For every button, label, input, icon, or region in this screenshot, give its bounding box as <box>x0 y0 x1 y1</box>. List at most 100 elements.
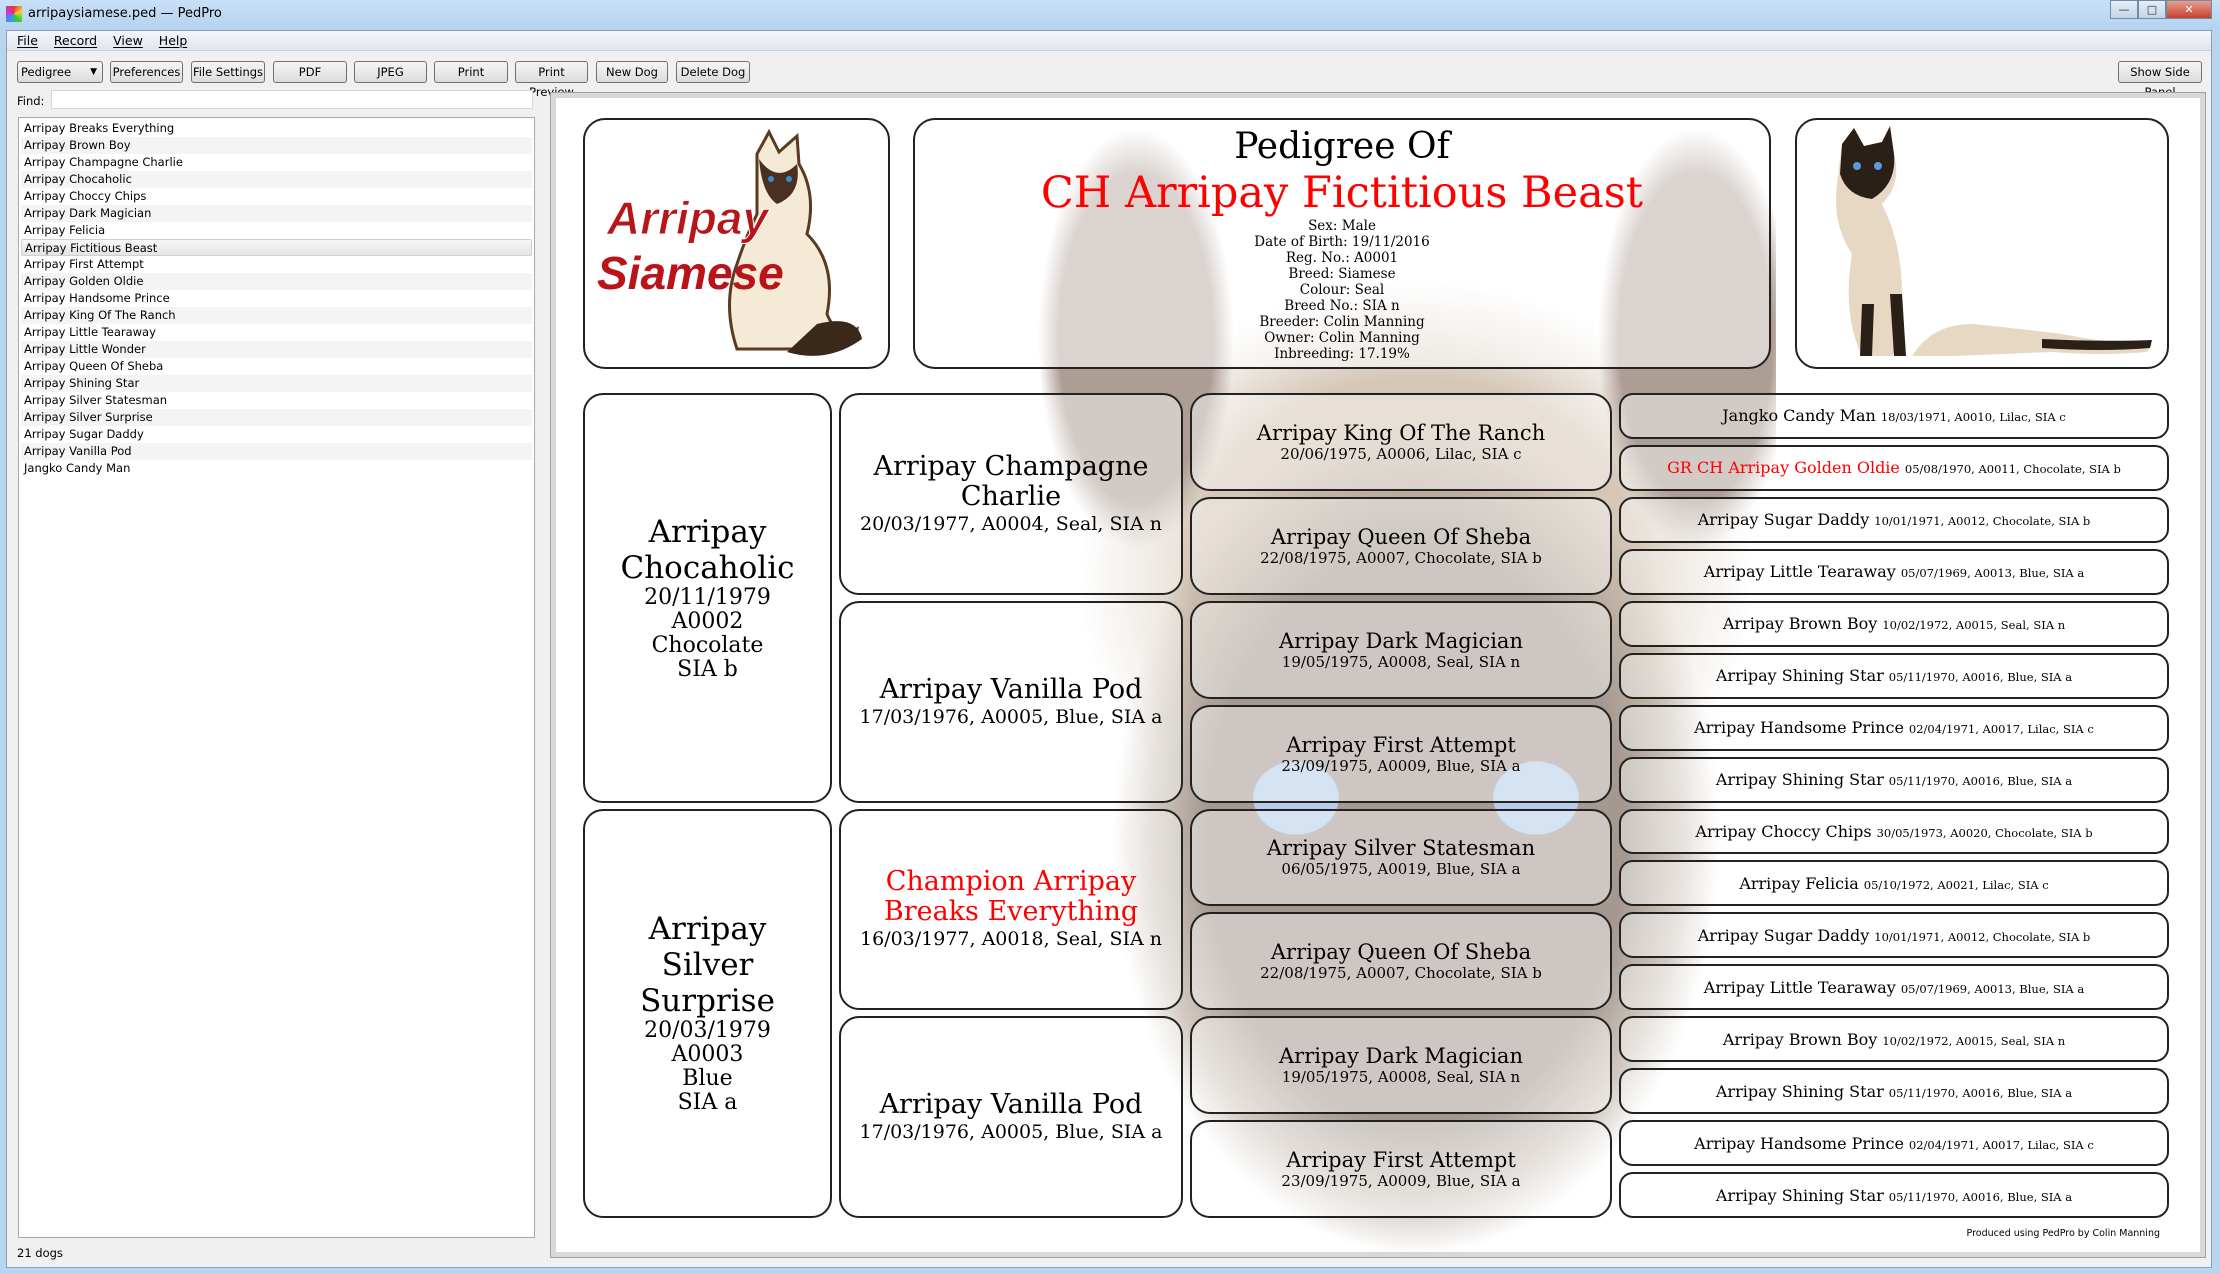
dog-details: 19/05/1975, A0008, Seal, SIA n <box>1281 652 1521 671</box>
find-input[interactable] <box>51 90 533 109</box>
dog-list-item[interactable]: Arripay King Of The Ranch <box>21 307 532 324</box>
pedigree-box-gen2[interactable]: Champion Arripay Breaks Everything 16/03/… <box>839 808 1183 1011</box>
pedigree-box-gen3[interactable]: Arripay Silver Statesman 06/05/1975, A001… <box>1190 808 1612 907</box>
pedigree-box-gen4[interactable]: Arripay Shining Star 05/11/1970, A0016, B… <box>1619 1068 2169 1115</box>
dog-name: Arripay Little Tearaway <box>1703 977 1896 997</box>
subject-detail-line: Colour: Seal <box>1299 282 1385 298</box>
pedigree-panel: Arripay Siamese Pedigree Of CH Arripay F… <box>550 92 2206 1258</box>
pedigree-box-gen4[interactable]: Jangko Candy Man 18/03/1971, A0010, Lilac… <box>1619 393 2169 439</box>
menu-view[interactable]: View <box>113 31 143 50</box>
pedigree-box-gen1[interactable]: Arripay Chocaholic 20/11/1979 A0002 Chocola… <box>583 393 832 803</box>
dog-detail-line: SIA a <box>677 1090 738 1116</box>
pedigree-box-gen3[interactable]: Arripay Dark Magician 19/05/1975, A0008, … <box>1190 1016 1612 1115</box>
pedigree-box-gen4[interactable]: Arripay Brown Boy 10/02/1972, A0015, Seal… <box>1619 600 2169 647</box>
pedigree-box-gen4[interactable]: Arripay Felicia 05/10/1972, A0021, Lilac,… <box>1619 860 2169 907</box>
maximize-button[interactable]: □ <box>2138 0 2166 19</box>
dog-list-item[interactable]: Arripay Fictitious Beast <box>21 239 532 256</box>
pedigree-box-gen4[interactable]: Arripay Sugar Daddy 10/01/1971, A0012, Ch… <box>1619 912 2169 959</box>
dog-list-item[interactable]: Arripay Silver Surprise <box>21 409 532 426</box>
pedigree-box-gen3[interactable]: Arripay Dark Magician 19/05/1975, A0008, … <box>1190 600 1612 699</box>
minimize-button[interactable]: — <box>2110 0 2138 19</box>
dog-details: 16/03/1977, A0018, Seal, SIA n <box>859 928 1162 951</box>
dog-list-item[interactable]: Arripay Queen Of Sheba <box>21 358 532 375</box>
pedigree-box-gen4[interactable]: Arripay Little Tearaway 05/07/1969, A0013… <box>1619 964 2169 1011</box>
dog-details: 05/07/1969, A0013, Blue, SIA a <box>1900 981 2085 996</box>
print-button[interactable]: Print <box>434 61 508 83</box>
dog-list-item[interactable]: Arripay Little Tearaway <box>21 324 532 341</box>
dog-list-item[interactable]: Arripay Felicia <box>21 222 532 239</box>
menu-help[interactable]: Help <box>159 31 188 50</box>
dog-list-item[interactable]: Arripay Shining Star <box>21 375 532 392</box>
dog-list-item[interactable]: Arripay Chocaholic <box>21 171 532 188</box>
jpeg-button[interactable]: JPEG <box>354 61 427 83</box>
menu-file[interactable]: File <box>17 31 38 50</box>
siamese-cat-logo: Arripay Siamese <box>597 128 862 356</box>
dog-entry: Arripay Handsome Prince 02/04/1971, A0017… <box>1694 718 2094 737</box>
dog-details: 05/11/1970, A0016, Blue, SIA a <box>1888 670 2073 685</box>
file-settings-button[interactable]: File Settings <box>191 61 265 83</box>
new-dog-button[interactable]: New Dog <box>596 61 668 83</box>
close-button[interactable]: ✕ <box>2166 0 2212 19</box>
dog-name: Arripay First Attempt <box>1286 1148 1516 1173</box>
pedigree-box-gen4[interactable]: Arripay Shining Star 05/11/1970, A0016, B… <box>1619 652 2169 699</box>
view-select[interactable]: Pedigree ▼ <box>17 61 103 83</box>
pedigree-box-gen4[interactable]: GR CH Arripay Golden Oldie 05/08/1970, A0… <box>1619 444 2169 491</box>
print-preview-button[interactable]: Print Preview <box>515 61 588 99</box>
pedigree-box-gen3[interactable]: Arripay Queen Of Sheba 22/08/1975, A0007,… <box>1190 912 1612 1011</box>
chevron-down-icon: ▼ <box>90 67 97 77</box>
pedigree-box-gen3[interactable]: Arripay First Attempt 23/09/1975, A0009, … <box>1190 1120 1612 1218</box>
dog-list-item[interactable]: Arripay Choccy Chips <box>21 188 532 205</box>
dog-list-item[interactable]: Arripay Handsome Prince <box>21 290 532 307</box>
pedigree-box-gen4[interactable]: Arripay Brown Boy 10/02/1972, A0015, Seal… <box>1619 1016 2169 1063</box>
dog-list-item[interactable]: Arripay Silver Statesman <box>21 392 532 409</box>
dog-detail-line: SIA b <box>677 656 738 682</box>
pedigree-box-gen4[interactable]: Arripay Sugar Daddy 10/01/1971, A0012, Ch… <box>1619 496 2169 543</box>
dog-list-item[interactable]: Arripay Brown Boy <box>21 137 532 154</box>
dog-list-item[interactable]: Arripay Champagne Charlie <box>21 154 532 171</box>
dog-details: 17/03/1976, A0005, Blue, SIA a <box>859 705 1163 728</box>
pedigree-box-gen4[interactable]: Arripay Handsome Prince 02/04/1971, A0017… <box>1619 704 2169 751</box>
dog-details: 22/08/1975, A0007, Chocolate, SIA b <box>1260 964 1542 983</box>
dog-list-item[interactable]: Jangko Candy Man <box>21 460 532 477</box>
pedigree-box-gen4[interactable]: Arripay Handsome Prince 02/04/1971, A0017… <box>1619 1120 2169 1167</box>
dog-list-item[interactable]: Arripay Vanilla Pod <box>21 443 532 460</box>
dog-entry: Arripay Shining Star 05/11/1970, A0016, B… <box>1716 666 2072 685</box>
pedigree-box-gen3[interactable]: Arripay First Attempt 23/09/1975, A0009, … <box>1190 704 1612 803</box>
pedigree-box-gen4[interactable]: Arripay Choccy Chips 30/05/1973, A0020, C… <box>1619 808 2169 855</box>
dog-details: 18/03/1971, A0010, Lilac, SIA c <box>1880 410 2066 425</box>
dog-list-item[interactable]: Arripay Little Wonder <box>21 341 532 358</box>
dog-list-item[interactable]: Arripay First Attempt <box>21 256 532 273</box>
pedigree-box-gen4[interactable]: Arripay Shining Star 05/11/1970, A0016, B… <box>1619 1172 2169 1218</box>
pedigree-box-gen3[interactable]: Arripay Queen Of Sheba 22/08/1975, A0007,… <box>1190 496 1612 595</box>
dog-list-item[interactable]: Arripay Breaks Everything <box>21 120 532 137</box>
subject-name: CH Arripay Fictitious Beast <box>1040 168 1644 218</box>
pedigree-box-gen2[interactable]: Arripay Vanilla Pod 17/03/1976, A0005, Bl… <box>839 1016 1183 1218</box>
dog-entry: Arripay Sugar Daddy 10/01/1971, A0012, Ch… <box>1698 926 2091 945</box>
pedigree-box-gen1[interactable]: Arripay Silver Surprise 20/03/1979 A0003 Bl… <box>583 808 832 1218</box>
pedigree-box-gen2[interactable]: Arripay Champagne Charlie 20/03/1977, A00… <box>839 393 1183 595</box>
show-side-panel-button[interactable]: Show Side Panel <box>2118 61 2202 99</box>
dog-list-item[interactable]: Arripay Golden Oldie <box>21 273 532 290</box>
pdf-button[interactable]: PDF <box>273 61 347 83</box>
dog-list[interactable]: Arripay Breaks Everything Arripay Brown B… <box>18 117 535 1238</box>
pedigree-box-gen4[interactable]: Arripay Shining Star 05/11/1970, A0016, B… <box>1619 756 2169 803</box>
dog-list-item[interactable]: Arripay Sugar Daddy <box>21 426 532 443</box>
menu-record[interactable]: Record <box>54 31 97 50</box>
dog-entry: Arripay Brown Boy 10/02/1972, A0015, Seal… <box>1723 1030 2065 1049</box>
pedigree-box-gen2[interactable]: Arripay Vanilla Pod 17/03/1976, A0005, Bl… <box>839 600 1183 803</box>
pedigree-tree: Arripay Chocaholic 20/11/1979 A0002 Chocola… <box>583 393 2169 1218</box>
dog-entry: Arripay Choccy Chips 30/05/1973, A0020, C… <box>1695 822 2092 841</box>
pedigree-box-gen3[interactable]: Arripay King Of The Ranch 20/06/1975, A00… <box>1190 393 1612 491</box>
subject-detail-line: Inbreeding: 17.19% <box>1274 346 1410 362</box>
preferences-button[interactable]: Preferences <box>110 61 183 83</box>
dog-name: Arripay Sugar Daddy <box>1697 510 1870 530</box>
dog-list-item[interactable]: Arripay Dark Magician <box>21 205 532 222</box>
subject-detail-line: Reg. No.: A0001 <box>1285 250 1399 266</box>
dog-name: Arripay Little Tearaway <box>1703 562 1896 582</box>
subject-details: Sex: Male Date of Birth: 19/11/2016 Reg. N… <box>1254 218 1429 362</box>
app-icon <box>6 6 22 22</box>
dog-name: Arripay Queen Of Sheba <box>1270 940 1532 965</box>
pedigree-box-gen4[interactable]: Arripay Little Tearaway 05/07/1969, A0013… <box>1619 548 2169 595</box>
delete-dog-button[interactable]: Delete Dog <box>676 61 750 83</box>
dog-name: Arripay Shining Star <box>1715 666 1884 686</box>
